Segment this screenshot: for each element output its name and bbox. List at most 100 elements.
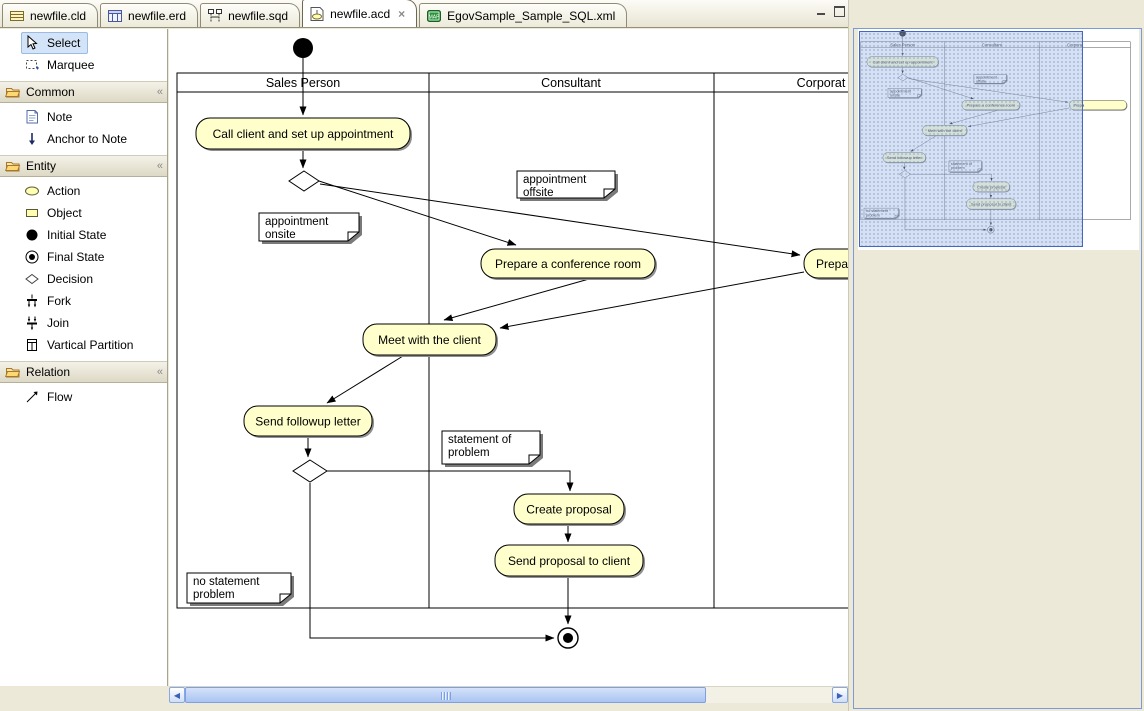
diagram-canvas[interactable]: Sales PersonConsultantCorporatCall clien…: [169, 29, 848, 686]
editor-tab-egovsample-sample-sql-xml[interactable]: MAPEgovSample_Sample_SQL.xml: [419, 3, 627, 27]
folder-icon: [5, 84, 21, 100]
palette-tool-content: Flow: [21, 386, 80, 408]
palette-tool-label: Final State: [47, 250, 104, 264]
fork-icon: [24, 293, 40, 309]
palette-tool-label: Flow: [47, 390, 72, 404]
palette-tool-label: Select: [47, 36, 80, 50]
palette-tool-initial-state[interactable]: Initial State: [0, 224, 167, 246]
palette-tool-vartical-partition[interactable]: Vartical Partition: [0, 334, 167, 356]
horizontal-scrollbar: ◀ ▶: [169, 686, 848, 703]
palette-group-common[interactable]: Common «: [0, 81, 167, 103]
palette-tool-decision[interactable]: Decision: [0, 268, 167, 290]
lane-label-consultant[interactable]: Consultant: [541, 76, 601, 90]
action-label: Send followup letter: [255, 415, 360, 429]
node-note-appointment-onsite[interactable]: appointmentonsite: [259, 213, 362, 244]
palette-tool-join[interactable]: Join: [0, 312, 167, 334]
tab-label: newfile.cld: [30, 9, 86, 23]
palette-tool-label: Fork: [47, 294, 71, 308]
palette-tool-final-state[interactable]: Final State: [0, 246, 167, 268]
palette-tool-fork[interactable]: Fork: [0, 290, 167, 312]
tab-label: newfile.erd: [128, 9, 186, 23]
application-window: newfile.cld newfile.erd newfile.sqd newfile…: [0, 0, 1144, 711]
note-icon: [24, 109, 40, 125]
palette-tool-content: Fork: [21, 290, 79, 312]
editor-tab-newfile-sqd[interactable]: newfile.sqd: [200, 3, 300, 27]
lane-label-corporat[interactable]: Corporat: [797, 76, 846, 90]
node-final-state[interactable]: [558, 628, 578, 648]
final-state-icon: [24, 249, 40, 265]
palette-group-label: Relation: [26, 365, 70, 379]
tool-palette: Select Marquee Common « Note Anchor to Note En…: [0, 29, 168, 686]
right-scroll-arrow-icon[interactable]: ▶: [832, 687, 848, 703]
palette-group-label: Common: [26, 85, 75, 99]
outline-viewport[interactable]: [859, 31, 1083, 247]
editor-window-buttons: [816, 6, 845, 16]
decision-icon: [24, 271, 40, 287]
palette-tool-content: Action: [21, 180, 88, 202]
scrollbar-thumb[interactable]: [185, 687, 706, 703]
close-icon[interactable]: ×: [398, 7, 405, 21]
node-prepare-conference-room[interactable]: Prepare a conference room: [481, 249, 657, 280]
left-scroll-arrow-icon[interactable]: ◀: [169, 687, 185, 703]
palette-group-entity[interactable]: Entity«: [0, 155, 167, 177]
node-call-client[interactable]: Call client and set up appointment: [196, 118, 412, 151]
folder-icon: [5, 364, 21, 380]
object-icon: [24, 205, 40, 221]
erd-table-icon: [107, 8, 123, 24]
tab-label: newfile.sqd: [228, 9, 288, 23]
pin-collapse-icon[interactable]: «: [157, 160, 162, 172]
palette-tool-label: Decision: [47, 272, 93, 286]
node-note-no-statement-problem[interactable]: no statementproblem: [187, 573, 294, 606]
node-note-statement-of-problem[interactable]: statement ofproblem: [442, 431, 543, 467]
palette-tool-note[interactable]: Note: [0, 106, 167, 128]
minimize-icon[interactable]: [816, 6, 827, 16]
select-cursor-icon: [24, 35, 40, 51]
scrollbar-track[interactable]: [185, 687, 832, 703]
action-icon: [24, 183, 40, 199]
node-send-followup-letter[interactable]: Send followup letter: [244, 406, 374, 438]
action-label: Send proposal to client: [508, 554, 631, 568]
palette-group-relation[interactable]: Relation «: [0, 361, 167, 383]
action-label: Prepare a conference room: [495, 257, 641, 271]
palette-tool-label: Marquee: [47, 58, 94, 72]
node-decision-2[interactable]: [293, 460, 327, 482]
acd-activity-icon: [309, 6, 325, 22]
node-initial-state[interactable]: [293, 38, 313, 58]
swimlane-grid[interactable]: [177, 73, 848, 608]
palette-tool-anchor-to-note[interactable]: Anchor to Note: [0, 128, 167, 150]
action-label: Prepa: [816, 257, 848, 271]
node-note-appointment-offsite[interactable]: appointmentoffsite: [517, 171, 618, 201]
node-meet-with-client[interactable]: Meet with the client: [363, 324, 498, 357]
map-xml-icon: MAP: [426, 8, 442, 24]
pin-collapse-icon[interactable]: «: [157, 86, 162, 98]
palette-tool-label: Initial State: [47, 228, 106, 242]
maximize-icon[interactable]: [834, 6, 845, 16]
flow-decision2-to-create[interactable]: [327, 471, 570, 491]
palette-tool-object[interactable]: Object: [0, 202, 167, 224]
palette-tool-content: Join: [21, 312, 77, 334]
node-prepare-clipped[interactable]: Prepa: [804, 249, 848, 280]
flow-prepare2-to-meet[interactable]: [500, 272, 804, 328]
flow-meet-to-followup[interactable]: [327, 356, 403, 403]
folder-icon: [5, 158, 21, 174]
palette-tool-label: Anchor to Note: [47, 132, 127, 146]
palette-tool-label: Object: [47, 206, 82, 220]
node-create-proposal[interactable]: Create proposal: [514, 494, 626, 526]
palette-tool-select[interactable]: Select: [0, 32, 167, 54]
palette-tool-marquee[interactable]: Marquee: [0, 54, 167, 76]
editor-tab-newfile-acd[interactable]: newfile.acd×: [302, 0, 417, 27]
palette-tool-action[interactable]: Action: [0, 180, 167, 202]
node-decision-1[interactable]: [289, 171, 319, 191]
flow-prepare-to-meet[interactable]: [444, 279, 589, 320]
editor-tab-newfile-cld[interactable]: newfile.cld: [2, 3, 98, 27]
join-icon: [24, 315, 40, 331]
palette-tool-content: Object: [21, 202, 90, 224]
palette-tool-flow[interactable]: Flow: [0, 386, 167, 408]
pin-collapse-icon[interactable]: «: [157, 366, 162, 378]
action-label: Create proposal: [526, 503, 611, 517]
editor-tab-newfile-erd[interactable]: newfile.erd: [100, 3, 198, 27]
action-label: Call client and set up appointment: [213, 127, 394, 141]
node-send-proposal-to-client[interactable]: Send proposal to client: [495, 545, 645, 578]
palette-tool-content: Marquee: [21, 54, 102, 76]
palette-tool-content: Select: [21, 32, 88, 54]
